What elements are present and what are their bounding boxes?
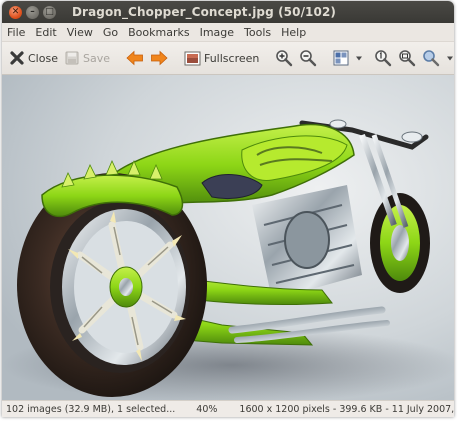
menu-edit[interactable]: Edit bbox=[30, 26, 61, 39]
zoom-in-button[interactable] bbox=[272, 45, 296, 71]
save-button[interactable]: Save bbox=[61, 45, 113, 71]
fullscreen-icon bbox=[184, 51, 201, 65]
menu-bar: File Edit View Go Bookmarks Image Tools … bbox=[2, 23, 454, 42]
zoom-in-icon bbox=[276, 50, 293, 67]
previous-image-button[interactable] bbox=[123, 45, 147, 71]
app-window: ✕ – □ Dragon_Chopper_Concept.jpg (50/102… bbox=[2, 1, 454, 417]
status-image-count: 102 images (32.9 MB), 1 selected... bbox=[6, 404, 176, 415]
zoom-100-button[interactable] bbox=[371, 45, 395, 71]
menu-bookmarks[interactable]: Bookmarks bbox=[123, 26, 194, 39]
zoom-menu-button[interactable] bbox=[419, 45, 454, 71]
image-view[interactable] bbox=[2, 75, 454, 400]
close-icon bbox=[10, 51, 24, 65]
back-arrow-icon bbox=[126, 50, 143, 66]
chevron-down-icon bbox=[356, 56, 363, 61]
window-title: Dragon_Chopper_Concept.jpg (50/102) bbox=[72, 5, 336, 19]
window-maximize-button[interactable]: □ bbox=[43, 5, 56, 19]
fullscreen-button[interactable]: Fullscreen bbox=[181, 45, 262, 71]
window-close-button[interactable]: ✕ bbox=[9, 5, 22, 19]
menu-image[interactable]: Image bbox=[195, 26, 239, 39]
status-image-info: 1600 x 1200 pixels - 399.6 KB - 11 July … bbox=[239, 404, 454, 415]
zoom-fit-icon bbox=[399, 50, 416, 67]
save-icon bbox=[65, 51, 79, 65]
status-bar: 102 images (32.9 MB), 1 selected... 40% … bbox=[2, 400, 454, 417]
title-bar[interactable]: ✕ – □ Dragon_Chopper_Concept.jpg (50/102… bbox=[2, 1, 454, 23]
fullscreen-button-label: Fullscreen bbox=[203, 51, 260, 65]
view-mode-icon bbox=[333, 50, 349, 66]
zoom-fit-button[interactable] bbox=[395, 45, 419, 71]
menu-tools[interactable]: Tools bbox=[239, 26, 276, 39]
menu-view[interactable]: View bbox=[62, 26, 98, 39]
menu-file[interactable]: File bbox=[2, 26, 30, 39]
zoom-out-button[interactable] bbox=[296, 45, 320, 71]
window-minimize-button[interactable]: – bbox=[26, 5, 39, 19]
chevron-down-icon bbox=[447, 56, 454, 61]
toolbar: Close Save Fullscreen bbox=[2, 42, 454, 75]
zoom-out-icon bbox=[300, 50, 317, 67]
zoom-100-icon bbox=[375, 50, 392, 67]
forward-arrow-icon bbox=[151, 50, 168, 66]
zoom-menu-icon bbox=[423, 50, 440, 67]
menu-help[interactable]: Help bbox=[276, 26, 311, 39]
close-button-label: Close bbox=[28, 51, 58, 65]
status-zoom-level: 40% bbox=[196, 404, 218, 415]
close-button[interactable]: Close bbox=[6, 45, 61, 71]
next-image-button[interactable] bbox=[147, 45, 171, 71]
motorcycle-image bbox=[2, 75, 454, 400]
menu-go[interactable]: Go bbox=[98, 26, 123, 39]
view-mode-button[interactable] bbox=[330, 45, 367, 71]
save-button-label: Save bbox=[82, 51, 110, 65]
